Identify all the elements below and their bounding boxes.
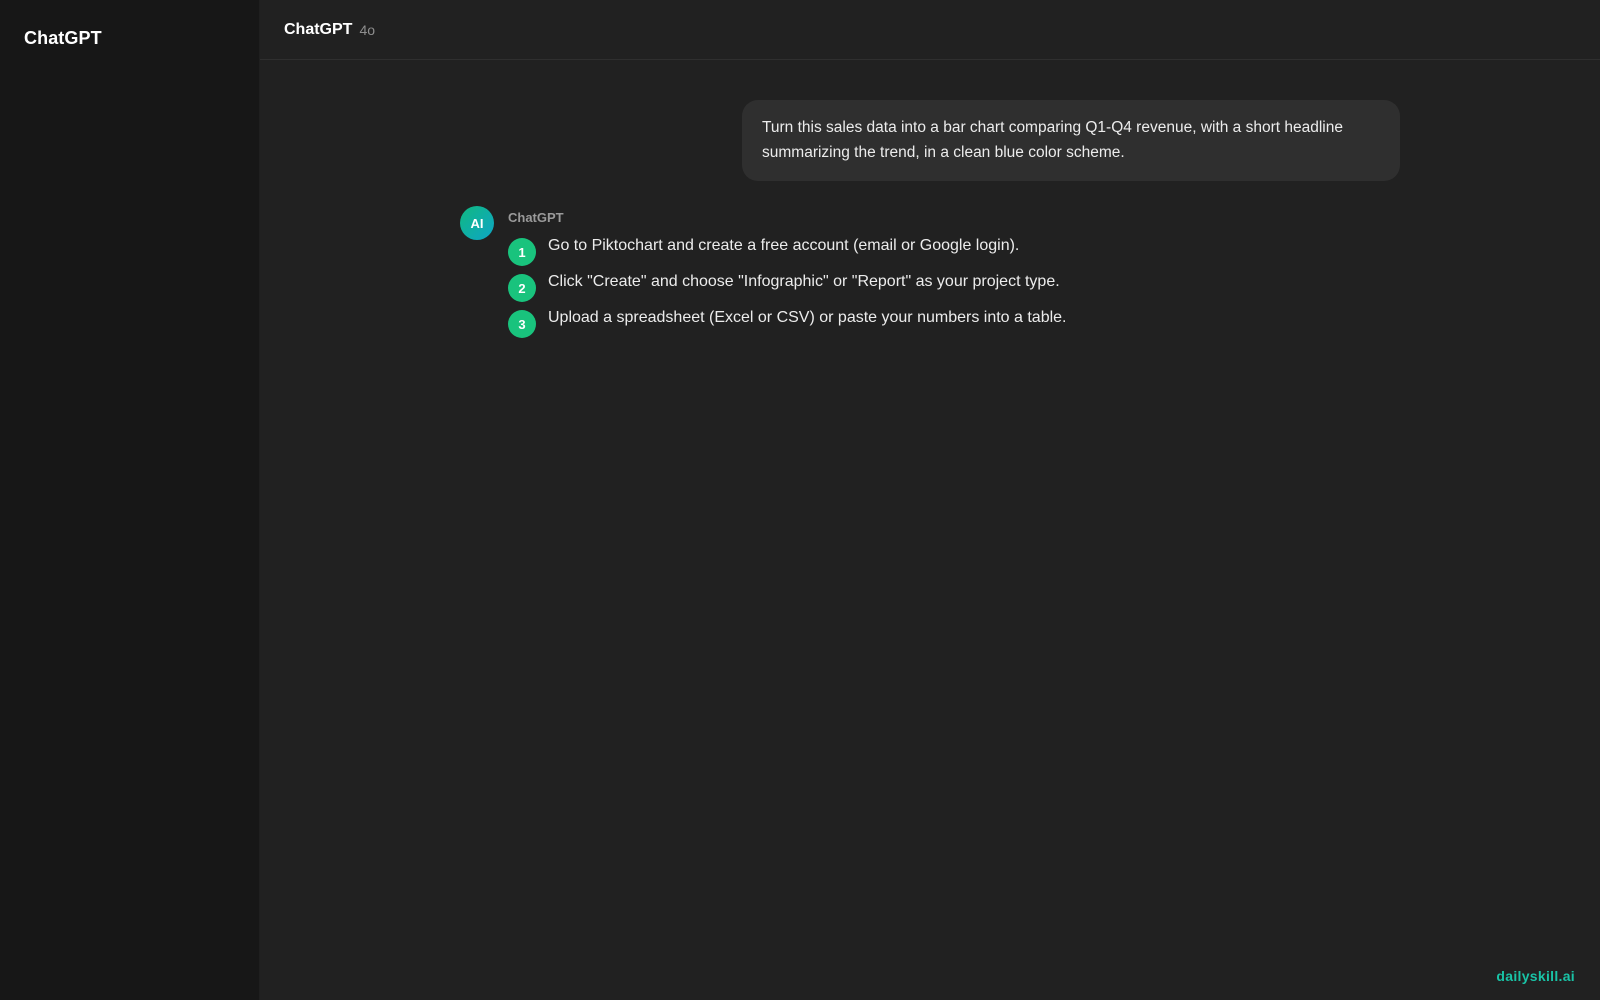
app-window: ChatGPT ChatGPT 4o Turn this sales data … [0,0,1600,1000]
assistant-name-label: ChatGPT [508,210,564,225]
step-item: 3 Upload a spreadsheet (Excel or CSV) or… [508,308,1258,344]
user-message-bubble: Turn this sales data into a bar chart co… [742,100,1400,181]
step-number-badge: 1 [508,238,536,266]
model-version-label[interactable]: 4o [359,22,375,38]
step-text: Click "Create" and choose "Infographic" … [548,273,1060,290]
step-text: Go to Piktochart and create a free accou… [548,237,1020,254]
step-list: 1 Go to Piktochart and create a free acc… [508,236,1258,344]
model-selector-title[interactable]: ChatGPT [284,21,352,39]
step-item: 2 Click "Create" and choose "Infographic… [508,272,1258,308]
conversation-thread: Turn this sales data into a bar chart co… [260,60,1600,1000]
top-bar: ChatGPT 4o [260,0,1600,60]
step-item: 1 Go to Piktochart and create a free acc… [508,236,1258,272]
assistant-avatar: AI [460,206,494,240]
step-text: Upload a spreadsheet (Excel or CSV) or p… [548,309,1067,326]
sidebar: ChatGPT [0,0,260,1000]
watermark-logo: dailyskill.ai [1496,968,1575,984]
sidebar-app-title[interactable]: ChatGPT [24,28,235,49]
main-panel: ChatGPT 4o Turn this sales data into a b… [260,0,1600,1000]
step-number-badge: 3 [508,310,536,338]
step-number-badge: 2 [508,274,536,302]
